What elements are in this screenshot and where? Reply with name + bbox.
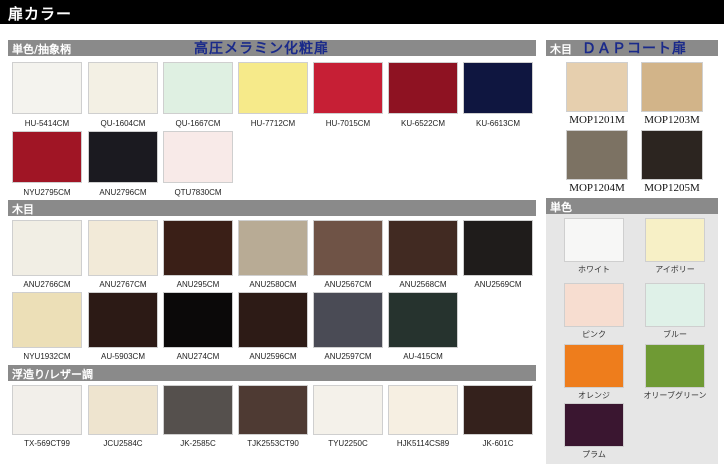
solid-swatch-label: オレンジ	[578, 391, 610, 400]
solid-swatch[interactable]	[564, 344, 624, 388]
wood-swatch[interactable]	[313, 220, 383, 276]
wood-swatch[interactable]	[163, 292, 233, 348]
section-label-dap: 木目	[550, 43, 572, 56]
solid-swatch-label: ホワイト	[578, 265, 610, 274]
melamine-swatch-label: QU-1604CM	[100, 119, 146, 128]
melamine-swatch[interactable]	[88, 62, 158, 114]
melamine-swatch[interactable]	[12, 131, 82, 183]
wood-swatch-label: AU-5903CM	[100, 352, 145, 361]
melamine-swatch-label: QU-1667CM	[175, 119, 221, 128]
wood-swatch-label: ANU2596CM	[249, 352, 297, 361]
page-title: 扉カラー	[8, 5, 73, 23]
wood-swatch[interactable]	[238, 220, 308, 276]
dap-swatch-label: MOP1204M	[569, 182, 625, 194]
solid-swatch[interactable]	[564, 218, 624, 262]
melamine-swatch[interactable]	[238, 62, 308, 114]
melamine-swatch-label: HU-7015CM	[325, 119, 371, 128]
leather-swatch[interactable]	[238, 385, 308, 435]
section-header-dap: 木目 ＤＡＰコート扉	[546, 40, 718, 57]
leather-swatch[interactable]	[88, 385, 158, 435]
dap-swatch[interactable]	[641, 62, 703, 112]
wood-swatch[interactable]	[88, 220, 158, 276]
solid-swatch-label: プラム	[582, 450, 606, 459]
wood-swatch[interactable]	[163, 220, 233, 276]
melamine-swatch-label: HU-7712CM	[250, 119, 296, 128]
leather-swatch[interactable]	[313, 385, 383, 435]
leather-swatch[interactable]	[463, 385, 533, 435]
section-label-wood: 木目	[12, 203, 34, 216]
wood-swatch[interactable]	[463, 220, 533, 276]
section-header-melamine: 単色/抽象柄 高圧メラミン化粧扉	[8, 40, 536, 57]
leather-swatch-label: TJK2553CT90	[247, 439, 299, 448]
melamine-swatch-label: ANU2796CM	[99, 188, 147, 197]
section-header-wood: 木目	[8, 200, 536, 216]
melamine-swatch-label: KU-6613CM	[475, 119, 520, 128]
wood-swatch[interactable]	[12, 292, 82, 348]
solid-swatch[interactable]	[564, 403, 624, 447]
section-title-melamine: 高圧メラミン化粧扉	[194, 41, 329, 57]
section-label-melamine: 単色/抽象柄	[12, 43, 72, 56]
section-title-dap: ＤＡＰコート扉	[582, 41, 687, 57]
melamine-swatch[interactable]	[313, 62, 383, 114]
leather-swatch-label: TYU2250C	[328, 439, 368, 448]
solid-swatch[interactable]	[564, 283, 624, 327]
wood-swatch[interactable]	[12, 220, 82, 276]
wood-swatch[interactable]	[313, 292, 383, 348]
solid-swatch[interactable]	[645, 283, 705, 327]
solid-swatch[interactable]	[645, 344, 705, 388]
melamine-swatch[interactable]	[12, 62, 82, 114]
melamine-swatch-label: QTU7830CM	[174, 188, 222, 197]
section-label-solid: 単色	[550, 201, 572, 214]
leather-swatch[interactable]	[388, 385, 458, 435]
leather-swatch-label: JCU2584C	[103, 439, 143, 448]
melamine-swatch-label: NYU2795CM	[23, 188, 71, 197]
leather-swatch[interactable]	[12, 385, 82, 435]
solid-swatch-label: アイボリー	[655, 265, 695, 274]
wood-swatch[interactable]	[88, 292, 158, 348]
leather-swatch-label: HJK5114CS89	[396, 439, 450, 448]
solid-swatch[interactable]	[645, 218, 705, 262]
melamine-swatch[interactable]	[88, 131, 158, 183]
dap-swatch[interactable]	[641, 130, 703, 180]
leather-swatch-label: JK-601C	[482, 439, 514, 448]
melamine-swatch-label: HU-5414CM	[24, 119, 70, 128]
section-header-leather: 浮造り/レザー調	[8, 365, 536, 381]
wood-swatch-label: ANU274CM	[176, 352, 220, 361]
melamine-swatch[interactable]	[388, 62, 458, 114]
wood-swatch-label: ANU2597CM	[324, 352, 372, 361]
title-bar: 扉カラー	[0, 0, 724, 24]
melamine-swatch[interactable]	[463, 62, 533, 114]
leather-swatch[interactable]	[163, 385, 233, 435]
section-header-solid: 単色	[546, 198, 718, 214]
melamine-swatch[interactable]	[163, 131, 233, 183]
solid-swatch-label: オリーブグリーン	[643, 391, 707, 400]
dap-swatch-label: MOP1205M	[644, 182, 700, 194]
section-label-leather: 浮造り/レザー調	[12, 368, 94, 381]
melamine-swatch-label: KU-6522CM	[400, 119, 445, 128]
wood-swatch-label: ANU295CM	[176, 280, 220, 289]
wood-swatch-label: ANU2569CM	[474, 280, 522, 289]
wood-swatch-label: ANU2767CM	[99, 280, 147, 289]
wood-swatch[interactable]	[388, 292, 458, 348]
leather-swatch-label: TX-569CT99	[24, 439, 70, 448]
wood-swatch[interactable]	[238, 292, 308, 348]
solid-swatch-label: ブルー	[663, 330, 687, 339]
wood-swatch-label: NYU1932CM	[23, 352, 71, 361]
wood-swatch[interactable]	[388, 220, 458, 276]
wood-swatch-label: AU-415CM	[403, 352, 443, 361]
dap-swatch[interactable]	[566, 130, 628, 180]
dap-swatch-label: MOP1203M	[644, 114, 700, 126]
solid-swatch-label: ピンク	[582, 330, 606, 339]
wood-swatch-label: ANU2580CM	[249, 280, 297, 289]
wood-swatch-label: ANU2766CM	[23, 280, 71, 289]
melamine-swatch[interactable]	[163, 62, 233, 114]
leather-swatch-label: JK-2585C	[180, 439, 216, 448]
dap-swatch-label: MOP1201M	[569, 114, 625, 126]
wood-swatch-label: ANU2568CM	[399, 280, 447, 289]
wood-swatch-label: ANU2567CM	[324, 280, 372, 289]
dap-swatch[interactable]	[566, 62, 628, 112]
